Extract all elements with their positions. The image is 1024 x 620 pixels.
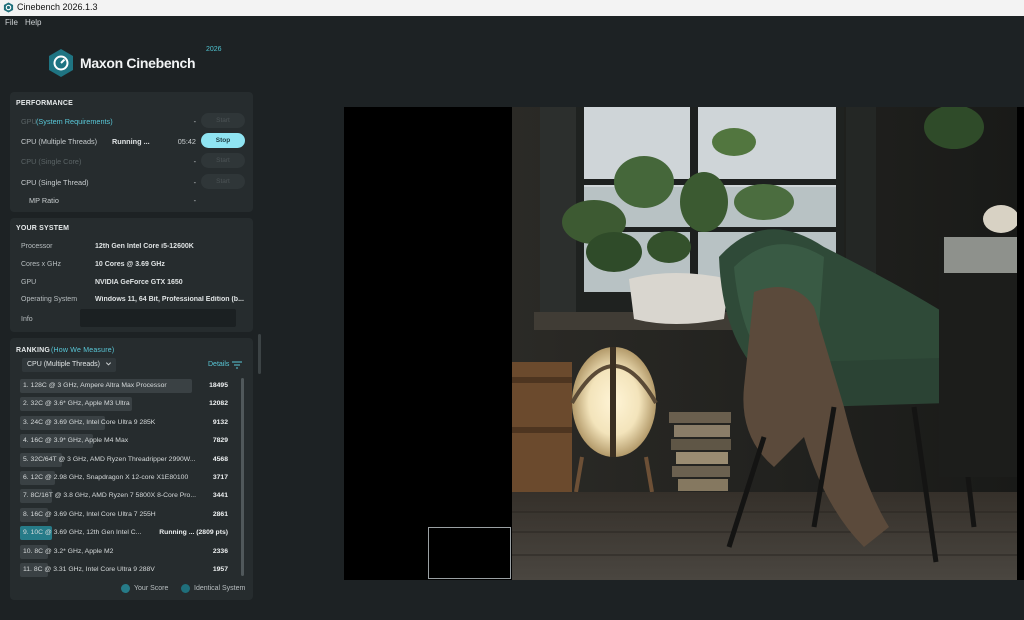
ranking-row[interactable]: 1. 128C @ 3 GHz, Ampere Altra Max Proces… <box>20 379 244 393</box>
render-viewport <box>344 107 1024 580</box>
system-row-value: 10 Cores @ 3.69 GHz <box>95 261 165 268</box>
perf-row-cpu-single-core: CPU (Single Core) - Start <box>10 153 253 169</box>
ranking-label: 10. 8C @ 3.2* GHz, Apple M2 <box>23 547 114 555</box>
how-we-measure-link[interactable]: (How We Measure) <box>51 347 114 354</box>
system-row-label: GPU <box>21 279 37 286</box>
ranking-label: 9. 10C @ 3.69 GHz, 12th Gen Intel C... <box>23 529 142 537</box>
ranking-panel: RANKING (How We Measure) <box>10 338 253 600</box>
logo: Maxon Cinebench 2026 <box>48 44 248 84</box>
info-field[interactable] <box>80 309 236 327</box>
system-row-cores: Cores x GHz 10 Cores @ 3.69 GHz <box>10 257 253 273</box>
system-row-value: NVIDIA GeForce GTX 1650 <box>95 279 183 286</box>
system-row-processor: Processor 12th Gen Intel Core i5-12600K <box>10 239 253 255</box>
perf-row-mp-ratio: MP Ratio - <box>10 192 253 208</box>
render-tile-outline <box>428 527 511 579</box>
ranking-row[interactable]: 10. 8C @ 3.2* GHz, Apple M2 2336 <box>20 544 244 559</box>
system-row-os: Operating System Windows 11, 64 Bit, Pro… <box>10 292 253 308</box>
system-row-label: Operating System <box>21 296 78 303</box>
cpu-single-core-start-button[interactable]: Start <box>201 153 245 168</box>
ranking-score: 12082 <box>209 400 228 408</box>
system-row-value: 12th Gen Intel Core i5-12600K <box>95 243 194 250</box>
system-row-value: Windows 11, 64 Bit, Professional Edition… <box>95 296 244 303</box>
menu-file[interactable]: File <box>5 18 18 27</box>
logo-text: Maxon Cinebench <box>80 55 196 71</box>
performance-panel: PERFORMANCE GPU (System Requirements) - … <box>10 92 253 212</box>
ranking-row[interactable]: 3. 24C @ 3.69 GHz, Intel Core Ultra 9 28… <box>20 415 244 430</box>
ranking-row-your-score[interactable]: 9. 10C @ 3.69 GHz, 12th Gen Intel C... Ru… <box>20 526 244 541</box>
ranking-score: 18495 <box>209 382 228 389</box>
cpu-single-core-label: CPU (Single Core) <box>21 157 82 166</box>
system-requirements-link[interactable]: (System Requirements) <box>36 117 113 126</box>
mp-ratio-value: - <box>193 196 196 205</box>
ranking-label: 4. 16C @ 3.9* GHz, Apple M4 Max <box>23 437 129 445</box>
ranking-type-dropdown[interactable]: CPU (Multiple Threads) <box>22 358 116 372</box>
gpu-start-button[interactable]: Start <box>201 113 245 128</box>
ranking-row[interactable]: 6. 12C @ 2.98 GHz, Snapdragon X 12-core … <box>20 471 244 485</box>
details-label: Details <box>208 361 230 368</box>
ranking-score: 2336 <box>212 547 228 555</box>
ranking-row[interactable]: 7. 8C/16T @ 3.8 GHz, AMD Ryzen 7 5800X 8… <box>20 489 244 504</box>
system-row-label: Processor <box>21 243 53 250</box>
legend-label: Identical System <box>194 585 246 592</box>
ranking-score: Running ... (2809 pts) <box>159 529 228 537</box>
filter-icon <box>232 361 242 369</box>
system-title: YOUR SYSTEM <box>16 225 70 232</box>
gpu-label: GPU <box>21 117 37 126</box>
ranking-scrollbar[interactable] <box>241 378 244 576</box>
cpu-single-thread-time: - <box>193 178 196 187</box>
ranking-label: 8. 16C @ 3.69 GHz, Intel Core Ultra 7 25… <box>23 510 156 518</box>
ranking-score: 3441 <box>212 492 228 500</box>
system-row-label: Info <box>21 316 33 323</box>
identical-system-swatch <box>181 584 190 593</box>
cpu-multi-time: 05:42 <box>177 137 196 146</box>
ranking-title: RANKING <box>16 347 51 354</box>
window-title: Cinebench 2026.1.3 <box>17 2 98 12</box>
cpu-multi-label: CPU (Multiple Threads) <box>21 137 98 146</box>
legend-label: Your Score <box>134 585 169 592</box>
cinebench-logo-icon <box>49 49 73 77</box>
ranking-label: 6. 12C @ 2.98 GHz, Snapdragon X 12-core … <box>23 474 189 481</box>
gpu-time: - <box>193 117 196 126</box>
ranking-score: 9132 <box>212 418 228 426</box>
system-row-label: Cores x GHz <box>21 261 62 268</box>
ranking-row[interactable]: 8. 16C @ 3.69 GHz, Intel Core Ultra 7 25… <box>20 507 244 522</box>
details-button[interactable]: Details <box>208 361 242 369</box>
chevron-down-icon <box>105 362 112 366</box>
logo-year: 2026 <box>206 46 222 53</box>
perf-row-cpu-multi: CPU (Multiple Threads) Running ... 05:42… <box>10 133 253 149</box>
menu-help[interactable]: Help <box>25 18 41 27</box>
ranking-label: 5. 32C/64T @ 3 GHz, AMD Ryzen Threadripp… <box>23 455 196 463</box>
render-image <box>344 107 1024 580</box>
menu-bar: File Help <box>0 16 1024 30</box>
your-score-swatch <box>121 584 130 593</box>
ranking-label: 3. 24C @ 3.69 GHz, Intel Core Ultra 9 28… <box>23 418 156 426</box>
ranking-score: 4568 <box>212 455 228 463</box>
performance-title: PERFORMANCE <box>16 100 74 107</box>
ranking-score: 1957 <box>212 566 228 573</box>
ranking-row[interactable]: 2. 32C @ 3.6* GHz, Apple M3 Ultra 12082 <box>20 397 244 412</box>
dropdown-value: CPU (Multiple Threads) <box>27 361 101 368</box>
cpu-single-core-time: - <box>193 157 196 166</box>
system-row-gpu: GPU NVIDIA GeForce GTX 1650 <box>10 275 253 291</box>
panel-scrollbar[interactable] <box>258 334 261 374</box>
mp-ratio-label: MP Ratio <box>29 196 59 205</box>
cpu-multi-stop-button[interactable]: Stop <box>201 133 245 148</box>
ranking-score: 7829 <box>212 437 228 445</box>
ranking-label: 7. 8C/16T @ 3.8 GHz, AMD Ryzen 7 5800X 8… <box>23 492 196 500</box>
title-bar: Cinebench 2026.1.3 <box>0 0 1024 16</box>
ranking-score: 2861 <box>212 510 228 518</box>
ranking-label: 11. 8C @ 3.31 GHz, Intel Core Ultra 9 28… <box>23 566 155 573</box>
cpu-single-thread-label: CPU (Single Thread) <box>21 178 89 187</box>
ranking-label: 1. 128C @ 3 GHz, Ampere Altra Max Proces… <box>23 382 167 389</box>
cpu-single-thread-start-button[interactable]: Start <box>201 174 245 189</box>
ranking-row[interactable]: 11. 8C @ 3.31 GHz, Intel Core Ultra 9 28… <box>20 563 244 577</box>
ranking-score: 3717 <box>212 474 228 481</box>
perf-row-gpu: GPU (System Requirements) - Start <box>10 113 253 129</box>
cinebench-app-icon <box>3 2 14 13</box>
ranking-label: 2. 32C @ 3.6* GHz, Apple M3 Ultra <box>23 400 130 408</box>
ranking-row[interactable]: 5. 32C/64T @ 3 GHz, AMD Ryzen Threadripp… <box>20 452 244 467</box>
perf-row-cpu-single-thread: CPU (Single Thread) - Start <box>10 174 253 190</box>
cpu-multi-status: Running ... <box>112 137 150 146</box>
ranking-row[interactable]: 4. 16C @ 3.9* GHz, Apple M4 Max 7829 <box>20 434 244 449</box>
